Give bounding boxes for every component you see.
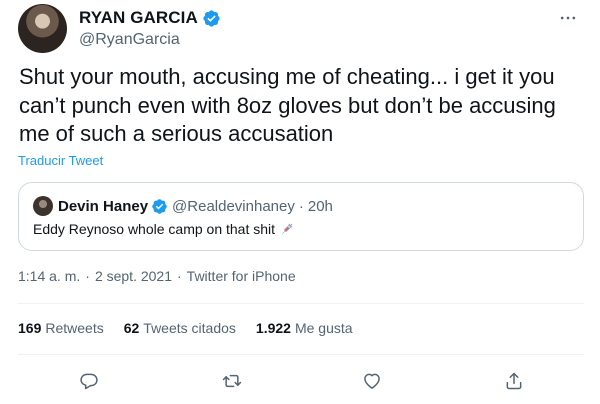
reply-icon [80, 373, 98, 390]
quoted-timestamp: 20h [307, 197, 333, 215]
quoted-tweet-text-row: Eddy Reynoso whole camp on that shit [33, 221, 295, 237]
author-display-row: RYAN GARCIA [79, 7, 221, 29]
stat-count: 1.922 [255, 320, 291, 336]
tweet-text: Shut your mouth, accusing me of cheating… [19, 64, 556, 146]
more-horizontal-icon [560, 16, 576, 20]
verified-badge-icon [152, 198, 167, 214]
reply-button[interactable] [76, 368, 102, 394]
more-options-button[interactable] [554, 8, 582, 28]
tweet-source[interactable]: Twitter for iPhone [187, 268, 296, 284]
quoted-tweet-text: Eddy Reynoso whole camp on that shit [33, 221, 276, 237]
stat-count: 62 [123, 320, 140, 336]
meta-separator: · [177, 268, 182, 284]
divider [18, 303, 584, 304]
retweet-icon [222, 374, 242, 388]
tweet-time[interactable]: 1:14 a. m. [18, 268, 80, 284]
quoted-tweet[interactable]: Devin Haney @Realdevinhaney · 20h Eddy R… [18, 182, 584, 251]
tweet-date[interactable]: 2 sept. 2021 [95, 268, 172, 284]
heart-icon [364, 373, 380, 389]
retweet-button[interactable] [219, 368, 245, 394]
syringe-icon [282, 223, 293, 234]
verified-badge-icon [203, 9, 220, 27]
tweet-stats: 169 Retweets 62 Tweets citados 1.922 Me … [18, 320, 373, 336]
stat-label: Tweets citados [143, 320, 236, 336]
tweet-header: RYAN GARCIA @RyanGarcia [18, 2, 221, 54]
stat-likes[interactable]: 1.922 Me gusta [256, 320, 353, 336]
quoted-separator: · [298, 197, 304, 215]
tweet-actions [0, 366, 600, 396]
share-icon [506, 372, 522, 390]
quoted-author-name: Devin Haney [58, 197, 149, 215]
stat-label: Retweets [45, 320, 104, 336]
divider [18, 354, 584, 355]
like-button[interactable] [359, 368, 385, 394]
quoted-tweet-header: Devin Haney @Realdevinhaney · 20h [33, 195, 333, 217]
quoted-author-avatar [33, 196, 53, 216]
author-display-name[interactable]: RYAN GARCIA [79, 8, 198, 28]
stat-label: Me gusta [294, 320, 353, 336]
stat-retweets[interactable]: 169 Retweets [18, 320, 104, 336]
meta-separator: · [85, 268, 90, 284]
share-button[interactable] [501, 368, 527, 394]
author-avatar[interactable] [18, 3, 67, 53]
quoted-author-handle: @Realdevinhaney [172, 197, 295, 215]
stat-count: 169 [18, 320, 42, 336]
stat-quote-tweets[interactable]: 62 Tweets citados [124, 320, 236, 336]
author-handle[interactable]: @RyanGarcia [79, 31, 221, 49]
tweet-card: RYAN GARCIA @RyanGarcia Shut your mouth,… [0, 0, 600, 404]
author-names: RYAN GARCIA @RyanGarcia [79, 7, 221, 49]
translate-tweet-link[interactable]: Traducir Tweet [18, 153, 103, 168]
tweet-meta: 1:14 a. m. · 2 sept. 2021 · Twitter for … [18, 268, 296, 284]
